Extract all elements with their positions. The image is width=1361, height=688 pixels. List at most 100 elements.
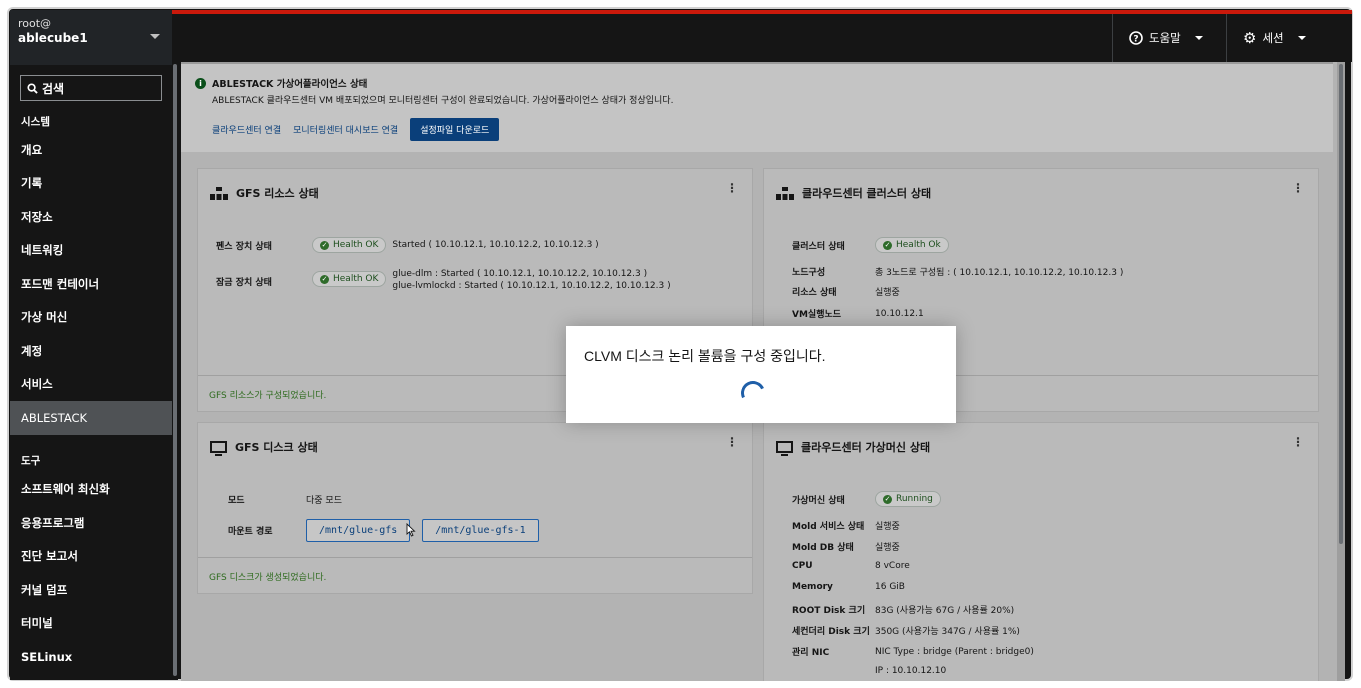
section-system: 시스템 (21, 115, 50, 128)
search-icon (27, 82, 38, 94)
check-circle-icon: ✓ (883, 494, 892, 504)
help-label: 도움말 (1149, 31, 1181, 45)
vm-info-label: CPU (792, 561, 813, 571)
alert-description: ABLESTACK 클라우드센터 VM 배포되었으며 모니터링센터 구성이 완료… (212, 96, 674, 106)
sidebar: root@ ablecube1 검색 시스템 개요 기록 저장소 네트워킹 포드… (10, 10, 172, 680)
vm-info-label: 세컨더리 Disk 크기 (792, 627, 870, 637)
kebab-menu-icon[interactable]: ⋮ (726, 181, 738, 195)
gfs-disk-card: GFS 디스크 상태 ⋮ 모드 다중 모드 마운트 경로 /mnt/glue-g… (197, 422, 753, 594)
vm-info-value: 83G (사용가능 67G / 사용률 20%) (875, 606, 1015, 616)
info-icon: i (195, 77, 206, 89)
sidebar-item-updates[interactable]: 소프트웨어 최신화 (10, 473, 172, 507)
cluster-icon (210, 186, 228, 200)
kebab-menu-icon[interactable]: ⋮ (1292, 181, 1304, 195)
sidebar-item-ablestack[interactable]: ABLESTACK (10, 401, 172, 435)
main-scrollbar[interactable] (1337, 62, 1345, 681)
lock-value-lvmlockd: glue-lvmlockd : Started ( 10.10.12.1, 10… (392, 281, 671, 291)
mount-path-button[interactable]: /mnt/glue-gfs-1 (422, 519, 539, 542)
node-value: 총 3노드로 구성됨 : ( 10.10.12.1, 10.10.12.2, 1… (875, 268, 1124, 278)
vm-info-label: Mold DB 상태 (792, 543, 854, 553)
chevron-down-icon (1194, 36, 1203, 40)
card-title: GFS 리소스 상태 (236, 187, 319, 200)
cluster-icon (776, 186, 794, 200)
sidebar-item-apps[interactable]: 응용프로그램 (10, 506, 172, 540)
status-alert: i ABLESTACK 가상어플라이언스 상태 ABLESTACK 클라우드센터 … (181, 62, 1333, 152)
vm-node-value: 10.10.12.1 (875, 308, 924, 319)
card-title: 클라우드센터 클러스터 상태 (802, 187, 932, 200)
vm-status-label: 가상머신 상태 (792, 495, 845, 506)
mode-label: 모드 (228, 496, 245, 506)
sidebar-item-storage[interactable]: 저장소 (10, 200, 172, 234)
modal-message: CLVM 디스크 논리 볼륨을 구성 중입니다. (584, 348, 826, 364)
host-switcher[interactable]: root@ ablecube1 (10, 10, 172, 65)
sidebar-item-services[interactable]: 서비스 (10, 368, 172, 402)
vm-info-value: NIC Type : bridge (Parent : bridge0) (875, 646, 1034, 657)
mouse-cursor-icon (406, 523, 416, 537)
cluster-status-badge: ✓ Health Ok (875, 237, 949, 253)
screen: root@ ablecube1 검색 시스템 개요 기록 저장소 네트워킹 포드… (0, 0, 1361, 688)
cloud-center-link[interactable]: 클라우드센터 연결 (212, 123, 281, 136)
mount-label: 마운트 경로 (228, 527, 273, 537)
sidebar-scrollbar[interactable] (172, 62, 178, 680)
resource-value: 실행중 (875, 288, 900, 298)
fence-status-badge: ✓ Health OK (312, 237, 387, 253)
mode-value: 다중 모드 (306, 496, 342, 506)
cluster-status-label: 클러스터 상태 (792, 241, 845, 252)
search-input[interactable]: 검색 (20, 75, 162, 101)
vm-status-badge: ✓ Running (875, 491, 941, 507)
session-menu-button[interactable]: ⚙ 세션 (1226, 14, 1322, 62)
sidebar-item-logs[interactable]: 기록 (10, 167, 172, 201)
alert-title: ABLESTACK 가상어플라이언스 상태 (212, 79, 368, 90)
topbar: ? 도움말 ⚙ 세션 (172, 10, 1352, 62)
kebab-menu-icon[interactable]: ⋮ (726, 435, 738, 449)
sidebar-item-kdump[interactable]: 커널 덤프 (10, 573, 172, 607)
spinner-icon (737, 377, 769, 409)
chevron-down-icon (150, 34, 160, 39)
vm-node-label: VM실행노드 (792, 310, 842, 320)
vm-info-value: 16 GiB (875, 582, 905, 592)
lock-value-dlm: glue-dlm : Started ( 10.10.12.1, 10.10.1… (392, 269, 648, 279)
kebab-menu-icon[interactable]: ⋮ (1292, 435, 1304, 449)
vm-info-value: 실행중 (875, 543, 900, 553)
host-user: root@ (18, 17, 52, 30)
badge-text: Health Ok (896, 240, 941, 250)
fence-value: Started ( 10.10.12.1, 10.10.12.2, 10.10.… (392, 240, 599, 250)
help-menu-button[interactable]: ? 도움말 (1112, 14, 1219, 62)
card-footer: GFS 디스크가 생성되었습니다. (198, 557, 752, 593)
sidebar-item-overview[interactable]: 개요 (10, 133, 172, 167)
mount-path-button[interactable]: /mnt/glue-gfs (306, 519, 411, 542)
vm-info-value: 350G (사용가능 347G / 사용률 1%) (875, 627, 1020, 637)
session-label: 세션 (1262, 31, 1284, 45)
main-scroll-thumb[interactable] (1339, 64, 1343, 544)
sidebar-item-terminal[interactable]: 터미널 (10, 607, 172, 641)
download-config-button[interactable]: 설정파일 다운로드 (410, 118, 500, 141)
vm-info-label: ROOT Disk 크기 (792, 606, 866, 616)
sidebar-item-vms[interactable]: 가상 머신 (10, 301, 172, 335)
card-title: GFS 디스크 상태 (235, 441, 318, 454)
badge-text: Health OK (333, 240, 379, 250)
monitor-icon (776, 441, 793, 456)
badge-text: Running (896, 494, 933, 504)
fence-label: 펜스 장치 상태 (216, 241, 272, 252)
gear-icon: ⚙ (1243, 28, 1257, 47)
lock-status-badge: ✓ Health OK (312, 271, 387, 287)
loading-modal: CLVM 디스크 논리 볼륨을 구성 중입니다. (566, 326, 956, 423)
sidebar-item-podman[interactable]: 포드맨 컨테이너 (10, 267, 172, 301)
monitor-icon (210, 441, 227, 456)
sidebar-item-diagnostics[interactable]: 진단 보고서 (10, 540, 172, 574)
badge-text: Health OK (333, 274, 379, 284)
monitoring-dashboard-link[interactable]: 모니터링센터 대시보드 연결 (293, 123, 398, 136)
sidebar-item-accounts[interactable]: 계정 (10, 334, 172, 368)
search-label: 검색 (42, 81, 65, 96)
help-icon: ? (1129, 31, 1143, 45)
resource-label: 리소스 상태 (792, 288, 837, 298)
sidebar-scroll-thumb[interactable] (173, 64, 177, 676)
card-title: 클라우드센터 가상머신 상태 (801, 441, 931, 454)
vm-info-value: 8 vCore (875, 561, 910, 571)
check-circle-icon: ✓ (883, 240, 892, 250)
check-circle-icon: ✓ (320, 274, 329, 284)
sidebar-item-selinux[interactable]: SELinux (10, 640, 172, 674)
sidebar-item-networking[interactable]: 네트워킹 (10, 234, 172, 268)
vm-info-label: Mold 서비스 상태 (792, 522, 865, 532)
